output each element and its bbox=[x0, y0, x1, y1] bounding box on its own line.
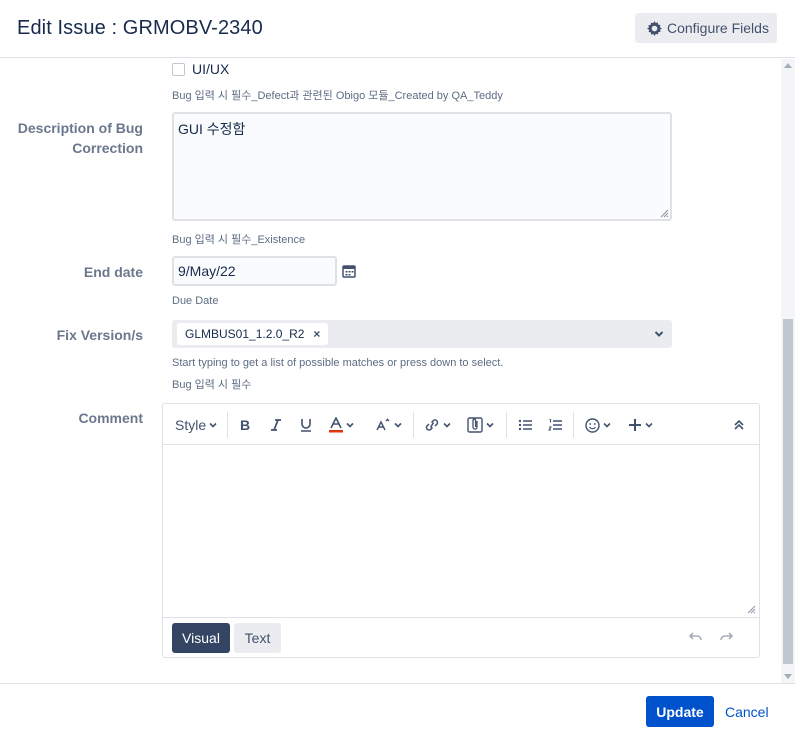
uiux-option[interactable]: UI/UX bbox=[172, 61, 229, 77]
content-scrollbar[interactable] bbox=[781, 59, 795, 683]
comment-edit-area[interactable] bbox=[163, 446, 759, 617]
chevron-down-icon bbox=[486, 422, 494, 428]
cancel-link[interactable]: Cancel bbox=[725, 704, 769, 720]
uiux-description: Bug 입력 시 필수_Defect과 관련된 Obigo 모듈_Created… bbox=[172, 90, 503, 102]
bug-correction-label-line2: Correction bbox=[72, 140, 143, 156]
remove-tag-icon[interactable]: × bbox=[313, 327, 320, 341]
collapse-toolbar-button[interactable] bbox=[734, 415, 744, 435]
gear-icon bbox=[647, 20, 662, 36]
toolbar-divider bbox=[413, 412, 414, 438]
editor-toolbar: Style B bbox=[163, 404, 759, 445]
link-icon bbox=[425, 419, 439, 431]
tab-text[interactable]: Text bbox=[234, 623, 281, 653]
chevron-down-icon bbox=[394, 422, 402, 428]
toolbar-divider bbox=[227, 412, 228, 438]
format-icon bbox=[376, 418, 390, 431]
text-color-icon bbox=[329, 417, 343, 433]
emoji-button[interactable] bbox=[585, 415, 611, 435]
more-formatting-button[interactable] bbox=[375, 415, 402, 435]
fix-version-label: Fix Version/s bbox=[56, 327, 143, 343]
bug-correction-label-line1: Description of Bug bbox=[17, 120, 143, 136]
text-color-button[interactable] bbox=[329, 415, 354, 435]
end-date-description: Due Date bbox=[172, 295, 219, 307]
calendar-icon[interactable] bbox=[342, 264, 356, 278]
comment-label: Comment bbox=[78, 410, 143, 426]
attachment-button[interactable] bbox=[467, 415, 494, 435]
dialog-content: UI/UX Bug 입력 시 필수_Defect과 관련된 Obigo 모듈_C… bbox=[0, 59, 781, 683]
scroll-up-icon[interactable] bbox=[784, 63, 792, 68]
underline-button[interactable] bbox=[299, 415, 313, 435]
configure-fields-label: Configure Fields bbox=[667, 20, 769, 36]
bug-correction-value: GUI 수정함 bbox=[178, 121, 246, 137]
comment-editor: Style B Visual Text bbox=[162, 403, 760, 658]
configure-fields-button[interactable]: Configure Fields bbox=[635, 13, 777, 43]
style-dropdown[interactable]: Style bbox=[175, 415, 217, 435]
dialog-footer: Update Cancel bbox=[0, 683, 795, 734]
attachment-icon bbox=[467, 417, 483, 433]
end-date-label: End date bbox=[83, 264, 143, 280]
underline-icon bbox=[301, 419, 311, 432]
chevron-down-icon bbox=[645, 422, 653, 428]
editor-footer: Visual Text bbox=[163, 617, 759, 657]
chevron-down-icon bbox=[209, 422, 217, 428]
bullet-list-icon bbox=[518, 419, 532, 431]
toolbar-divider bbox=[506, 412, 507, 438]
dialog-header: Edit Issue : GRMOBV-2340 Configure Field… bbox=[0, 0, 795, 58]
update-button[interactable]: Update bbox=[646, 696, 714, 727]
tab-visual[interactable]: Visual bbox=[172, 623, 230, 653]
fix-version-select[interactable]: GLMBUS01_1.2.0_R2 × bbox=[172, 320, 672, 348]
resize-handle-icon[interactable] bbox=[747, 605, 756, 614]
fix-version-required-note: Bug 입력 시 필수 bbox=[172, 379, 252, 391]
redo-icon[interactable] bbox=[719, 631, 733, 643]
numbered-list-icon bbox=[548, 419, 562, 431]
italic-button[interactable] bbox=[269, 415, 283, 435]
toolbar-divider bbox=[573, 412, 574, 438]
style-label: Style bbox=[175, 417, 207, 433]
fix-version-tag: GLMBUS01_1.2.0_R2 × bbox=[177, 323, 329, 345]
end-date-input[interactable]: 9/May/22 bbox=[172, 256, 337, 286]
chevron-down-icon[interactable] bbox=[654, 329, 664, 339]
resize-handle-icon[interactable] bbox=[660, 209, 669, 218]
emoji-icon bbox=[585, 417, 600, 433]
italic-icon bbox=[271, 419, 281, 431]
uiux-label: UI/UX bbox=[192, 61, 230, 77]
insert-more-button[interactable] bbox=[628, 415, 653, 435]
scrollbar-thumb[interactable] bbox=[783, 319, 793, 664]
dialog-title: Edit Issue : GRMOBV-2340 bbox=[17, 17, 263, 39]
chevron-down-icon bbox=[346, 422, 354, 428]
bug-correction-label: Description of Bug Correction bbox=[18, 118, 143, 158]
scroll-down-icon[interactable] bbox=[784, 674, 792, 679]
undo-icon[interactable] bbox=[689, 631, 703, 643]
svg-text:B: B bbox=[240, 418, 250, 432]
bug-correction-description: Bug 입력 시 필수_Existence bbox=[172, 234, 306, 246]
chevron-down-icon bbox=[603, 422, 611, 428]
bold-button[interactable]: B bbox=[239, 415, 253, 435]
insert-more-icon bbox=[629, 419, 641, 431]
fix-version-description: Start typing to get a list of possible m… bbox=[172, 357, 504, 369]
collapse-toolbar-icon bbox=[734, 419, 744, 430]
numbered-list-button[interactable] bbox=[548, 415, 562, 435]
bullet-list-button[interactable] bbox=[518, 415, 532, 435]
fix-version-tag-label: GLMBUS01_1.2.0_R2 bbox=[185, 327, 305, 341]
link-button[interactable] bbox=[424, 415, 451, 435]
bug-correction-textarea[interactable]: GUI 수정함 bbox=[172, 112, 672, 221]
uiux-checkbox[interactable] bbox=[172, 62, 185, 76]
chevron-down-icon bbox=[443, 422, 451, 428]
bold-icon: B bbox=[240, 418, 250, 432]
